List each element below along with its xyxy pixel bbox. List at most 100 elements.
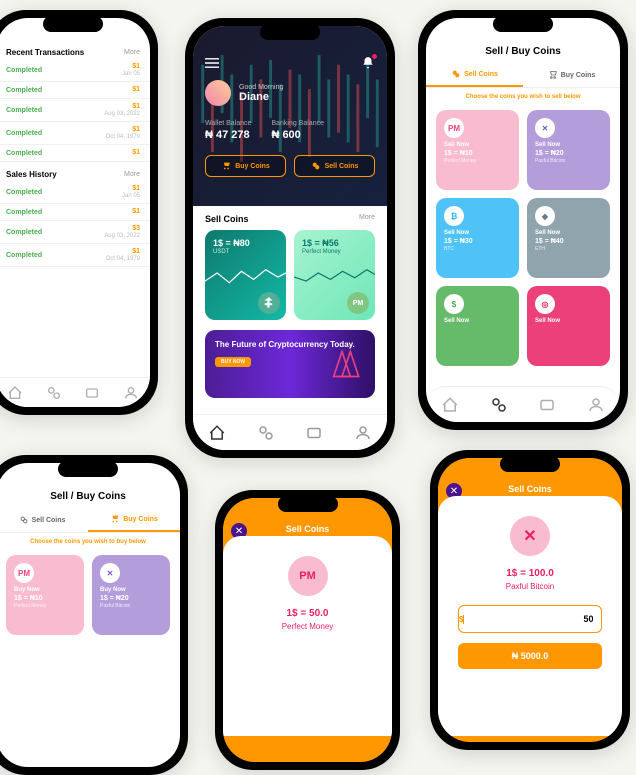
- recent-tx-title: Recent Transactions: [6, 48, 84, 57]
- rate-text: 1$ = ₦10: [444, 150, 511, 157]
- tab-sell-coins[interactable]: Sell Coins: [0, 508, 88, 532]
- coin-card-usdt[interactable]: 1$ = ₦80 USDT: [205, 230, 286, 320]
- coin-cell[interactable]: ₿ Sell Now 1$ = ₦30BTC: [436, 198, 519, 278]
- tx-date: Oct 04, 1979: [106, 134, 140, 140]
- trade-icon[interactable]: [257, 424, 275, 442]
- coin-cell[interactable]: PMSell Now1$ = ₦10Perfect Money: [436, 110, 519, 190]
- rate-text: 1$ = ₦40: [535, 238, 602, 245]
- status-label: Completed: [6, 189, 42, 196]
- amount-input-row: $: [458, 605, 602, 633]
- rate-text: 1$ = 100.0: [452, 568, 608, 579]
- bell-icon[interactable]: [361, 56, 375, 70]
- cart-icon: [110, 514, 120, 524]
- coin-cell[interactable]: $Sell Now: [436, 286, 519, 366]
- sell-coins-button[interactable]: Sell Coins: [294, 155, 375, 177]
- coin-name: Paxful Bitcoin: [452, 582, 608, 591]
- action-label: Sell Now: [535, 142, 602, 148]
- buy-now-button[interactable]: BUY NOW: [215, 357, 251, 367]
- trade-icon[interactable]: [490, 396, 508, 414]
- coin-cell[interactable]: ✕Sell Now1$ = ₦20Paxful Bitcoin: [527, 110, 610, 190]
- choose-text: Choose the coins you wish to buy below: [0, 533, 180, 551]
- coin-name: Perfect Money: [237, 622, 378, 631]
- action-label: Sell Now: [444, 230, 511, 236]
- coin-icon: ◎: [535, 294, 555, 314]
- promo-banner[interactable]: The Future of Cryptocurrency Today. BUY …: [205, 330, 375, 398]
- tx-row[interactable]: Completed$3Aug 03, 2022: [0, 221, 150, 244]
- tx-date: Jan 05: [122, 71, 140, 77]
- triangle-icon: [317, 339, 367, 389]
- rate-text: 1$ = ₦10: [14, 595, 76, 602]
- tx-date: Oct 04, 1979: [106, 256, 140, 262]
- status-label: Completed: [6, 87, 42, 94]
- status-label: Completed: [6, 209, 42, 216]
- wallet-icon[interactable]: [305, 424, 323, 442]
- status-label: Completed: [6, 130, 42, 137]
- sparkline-icon: [294, 262, 375, 292]
- coin-icon: ₿: [444, 206, 464, 226]
- phone-sell-buy: Sell / Buy Coins Sell Coins Buy Coins Ch…: [418, 10, 628, 430]
- tx-row[interactable]: Completed$1: [0, 204, 150, 221]
- home-icon[interactable]: [208, 424, 226, 442]
- trade-icon[interactable]: [46, 385, 62, 401]
- tx-row[interactable]: Completed$1Oct 04, 1979: [0, 122, 150, 145]
- tx-row[interactable]: Completed$1Jan 05: [0, 181, 150, 204]
- result-value: ₦ 5000.0: [458, 643, 602, 669]
- coin-name: BTC: [444, 246, 511, 252]
- tx-row[interactable]: Completed $1Aug 03, 2022: [0, 99, 150, 122]
- tx-amount: $1: [122, 185, 140, 192]
- profile-icon[interactable]: [587, 396, 605, 414]
- tx-row[interactable]: Completed $1Oct 04, 1979: [0, 244, 150, 267]
- coin-cell[interactable]: ◆Sell Now1$ = ₦40ETH: [527, 198, 610, 278]
- phone-dashboard: Good Morning Diane Wallet Balance ₦ 47 2…: [185, 18, 395, 458]
- tx-row[interactable]: Completed$1Jan 05: [0, 59, 150, 82]
- coin-cell[interactable]: PMBuy Now1$ = ₦10Perfect Money: [6, 555, 84, 635]
- status-label: Completed: [6, 107, 42, 114]
- tx-row[interactable]: Completed$1: [0, 145, 150, 162]
- coin-icon: ✕: [535, 118, 555, 138]
- more-link[interactable]: More: [124, 49, 140, 56]
- tx-amount: $1: [106, 248, 140, 255]
- tab-sell-coins[interactable]: Sell Coins: [426, 63, 523, 87]
- coin-name: Paxful Bitcoin: [100, 603, 162, 609]
- tx-amount: $1: [132, 149, 140, 156]
- coin-cell[interactable]: ◎ Sell Now: [527, 286, 610, 366]
- bank-value: ₦ 600: [271, 129, 324, 141]
- buy-coins-button[interactable]: Buy Coins: [205, 155, 286, 177]
- tx-date: Aug 03, 2022: [104, 111, 140, 117]
- pm-icon: PM: [288, 556, 328, 596]
- profile-icon[interactable]: [354, 424, 372, 442]
- tx-date: Aug 03, 2022: [104, 233, 140, 239]
- coin-icon: ◆: [535, 206, 555, 226]
- amount-input[interactable]: [464, 614, 601, 624]
- home-icon[interactable]: [441, 396, 459, 414]
- wallet-value: ₦ 47 278: [205, 129, 251, 141]
- home-icon[interactable]: [7, 385, 23, 401]
- rate-text: 1$ = ₦30: [444, 238, 511, 245]
- tab-buy-coins[interactable]: Buy Coins: [88, 508, 180, 532]
- modal-title: Sell Coins: [223, 524, 392, 534]
- wallet-icon[interactable]: [538, 396, 556, 414]
- coin-cell[interactable]: ✕Buy Now1$ = ₦20Paxful Bitcoin: [92, 555, 170, 635]
- user-name: Diane: [239, 91, 283, 103]
- coin-name: Paxful Bitcoin: [535, 158, 602, 164]
- tx-amount: $1: [122, 63, 140, 70]
- modal-title: Sell Coins: [438, 484, 622, 494]
- more-link[interactable]: More: [359, 214, 375, 224]
- coin-card-pm[interactable]: 1$ = ₦56 Perfect Money PM: [294, 230, 375, 320]
- tether-icon: [258, 292, 280, 314]
- wallet-icon[interactable]: [84, 385, 100, 401]
- phone-transactions: Recent Transactions More Completed$1Jan …: [0, 10, 158, 415]
- more-link[interactable]: More: [124, 171, 140, 178]
- rate-text: 1$ = 50.0: [237, 608, 378, 619]
- wallet-label: Wallet Balance: [205, 120, 251, 127]
- pm-icon: PM: [347, 292, 369, 314]
- status-label: Completed: [6, 252, 42, 259]
- tx-amount: $1: [104, 103, 140, 110]
- avatar[interactable]: [205, 80, 231, 106]
- tab-buy-coins[interactable]: Buy Coins: [523, 63, 620, 87]
- menu-icon[interactable]: [205, 57, 219, 69]
- tx-row[interactable]: Completed$1: [0, 82, 150, 99]
- rate-text: 1$ = ₦20: [100, 595, 162, 602]
- profile-icon[interactable]: [123, 385, 139, 401]
- action-label: Sell Now: [535, 318, 602, 324]
